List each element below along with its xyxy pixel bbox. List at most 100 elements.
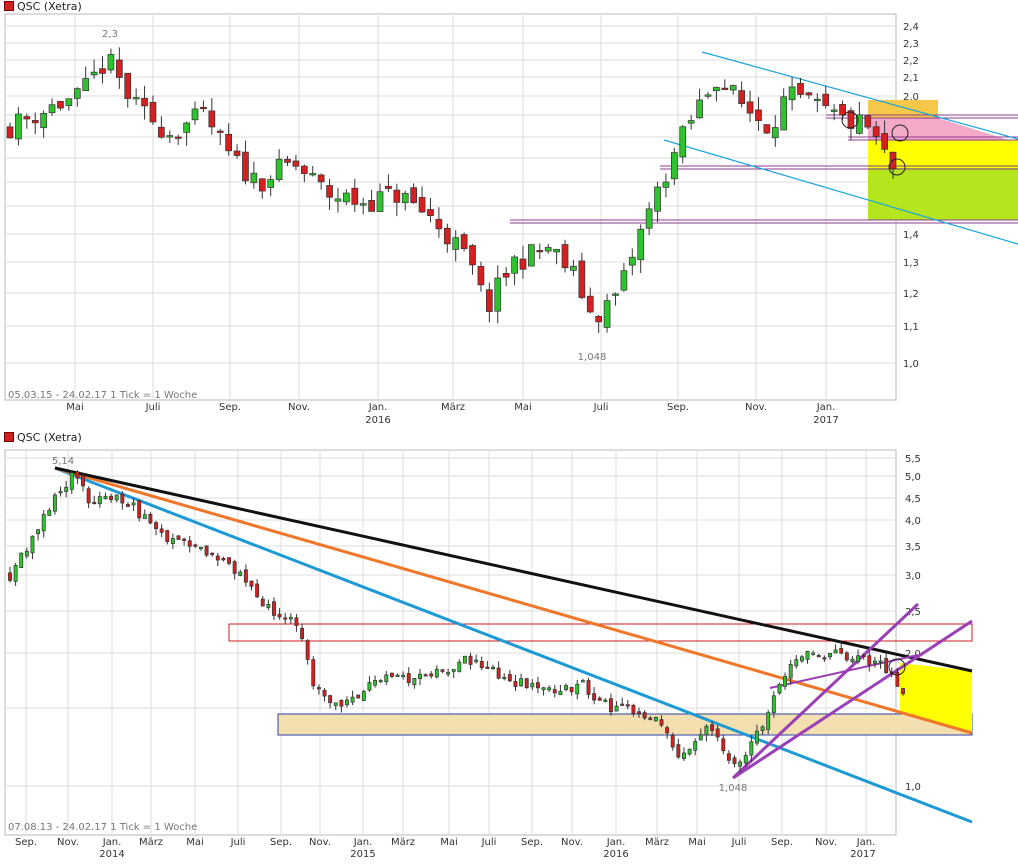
- candle-down: [535, 682, 540, 689]
- candle-down: [469, 245, 476, 266]
- candle-up: [612, 293, 619, 296]
- candle-up: [183, 122, 190, 133]
- candle-up: [132, 97, 140, 100]
- candle-down: [839, 648, 844, 654]
- x-tick-label: Sep.: [521, 837, 543, 848]
- candle-up: [350, 696, 355, 703]
- candle-down: [435, 218, 443, 230]
- candle-down: [805, 92, 813, 96]
- candle-up: [267, 179, 275, 188]
- candle-down: [193, 544, 198, 547]
- zone-pink: [868, 118, 1018, 143]
- candle-up: [343, 192, 350, 203]
- candle-up: [653, 716, 658, 722]
- candle-down: [255, 583, 260, 598]
- candle-up: [418, 673, 422, 679]
- zone-lime: [868, 168, 1018, 220]
- candle-up: [103, 495, 108, 500]
- y-tick-label: 1,0: [903, 359, 919, 370]
- year-label: 2017: [850, 849, 875, 860]
- candle-up: [755, 730, 759, 744]
- candle-down: [385, 185, 392, 189]
- candle-up: [359, 203, 367, 206]
- y-tick-label: 1,4: [903, 230, 919, 241]
- candle-down: [120, 493, 125, 504]
- x-tick-label: Juli: [593, 402, 609, 413]
- candle-down: [233, 150, 241, 156]
- x-tick-label: Sep.: [15, 837, 37, 848]
- candle-up: [830, 109, 838, 112]
- candle-down: [755, 109, 762, 122]
- candle-up: [570, 265, 577, 271]
- candle-down: [524, 678, 529, 689]
- candle-down: [300, 628, 305, 639]
- candle-up: [511, 256, 518, 274]
- candle-down: [243, 569, 248, 583]
- candle-down: [625, 704, 630, 707]
- candle-down: [109, 495, 114, 501]
- candle-up: [166, 135, 174, 138]
- candle-up: [191, 108, 199, 121]
- candle-down: [561, 244, 569, 269]
- x-tick-label: Sep.: [667, 402, 689, 413]
- candle-down: [847, 110, 855, 129]
- x-tick-label: Nov.: [309, 837, 331, 848]
- candle-down: [351, 187, 359, 205]
- candle-up: [547, 687, 552, 691]
- candle-up: [401, 192, 409, 204]
- candle-down: [284, 158, 291, 163]
- candle-down: [861, 654, 866, 658]
- candle-down: [99, 68, 106, 74]
- candle-up: [662, 181, 670, 188]
- y-tick-label: 2,1: [903, 73, 919, 84]
- candle-up: [378, 680, 383, 683]
- candle-up: [457, 661, 462, 672]
- annotation-high: 2,3: [102, 29, 118, 40]
- candle-down: [159, 528, 164, 533]
- candle-up: [794, 659, 799, 667]
- y-tick-label: 3,5: [905, 542, 921, 553]
- candle-down: [427, 209, 434, 216]
- candle-down: [31, 120, 39, 124]
- candle-up: [872, 660, 877, 664]
- candle-up: [799, 656, 804, 662]
- x-tick-label: Mai: [440, 837, 458, 848]
- candle-down: [816, 655, 821, 658]
- annotation-low: 1,048: [719, 783, 748, 794]
- candle-up: [48, 104, 56, 114]
- candle-up: [729, 85, 737, 91]
- candle-up: [266, 604, 271, 608]
- candle-down: [648, 717, 653, 720]
- candle-up: [494, 277, 502, 312]
- candle-down: [552, 689, 557, 694]
- candle-up: [783, 675, 788, 687]
- x-tick-label: Mai: [66, 402, 84, 413]
- candle-up: [687, 748, 692, 755]
- candle-down: [328, 695, 333, 704]
- candle-down: [721, 738, 726, 752]
- candle-down: [81, 475, 85, 487]
- candle-up: [696, 99, 703, 119]
- y-tick-label: 4,0: [905, 516, 921, 527]
- candle-up: [107, 54, 115, 71]
- range-label: 05.03.15 - 24.02.17 1 Tick = 1 Woche: [8, 390, 197, 401]
- candle-down: [258, 178, 266, 192]
- candle-up: [575, 683, 580, 695]
- candle-down: [864, 115, 872, 128]
- y-tick-label: 3,0: [905, 571, 921, 582]
- candle-down: [406, 673, 411, 683]
- x-tick-label: Juli: [481, 837, 497, 848]
- candle-down: [124, 72, 132, 99]
- y-tick-label: 1,3: [903, 258, 919, 269]
- candle-down: [822, 93, 830, 106]
- candle-up: [41, 514, 46, 532]
- candle-up: [24, 550, 29, 557]
- candle-up: [679, 126, 687, 158]
- candle-up: [15, 113, 22, 140]
- y-tick-label: 1,0: [905, 782, 921, 793]
- candle-down: [149, 101, 157, 123]
- candle-down: [165, 530, 170, 543]
- candle-up: [628, 256, 636, 266]
- candle-down: [429, 673, 434, 677]
- candle-up: [541, 687, 546, 691]
